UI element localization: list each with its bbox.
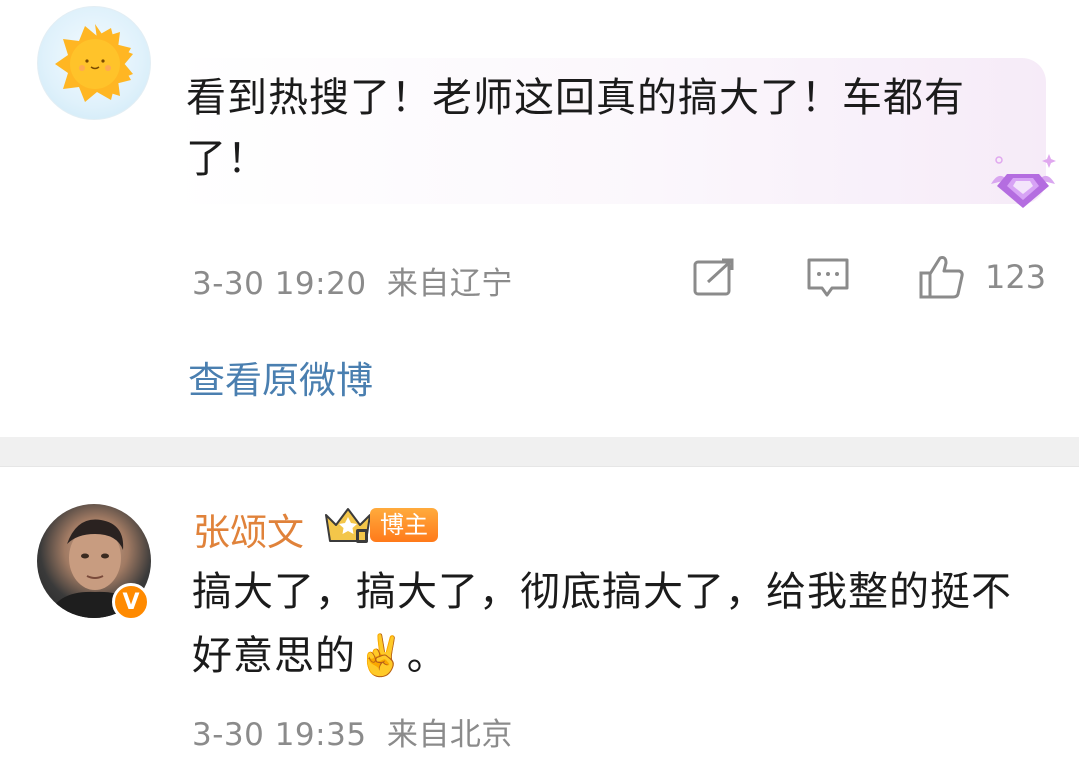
reply-time: 3-30 19:35 <box>192 717 367 753</box>
host-badge: 博主 <box>370 508 438 542</box>
comment-card: 看到热搜了！老师这回真的搞大了！车都有了！ 3-30 19:20 来自辽宁 12… <box>0 0 1079 437</box>
reply-meta: 3-30 19:35 来自北京 <box>192 709 513 754</box>
comment-meta: 3-30 19:20 来自辽宁 <box>192 258 513 303</box>
avatar[interactable] <box>37 6 151 120</box>
gem-badge-icon <box>991 154 1056 208</box>
comment-time: 3-30 19:20 <box>192 266 367 302</box>
like-count: 123 <box>985 258 1047 296</box>
reply-text: 搞大了，搞大了，彻底搞大了，给我整的挺不好意思的✌️。 <box>192 569 1012 679</box>
comment-location: 来自辽宁 <box>386 266 513 302</box>
reply-username[interactable]: 张颂文 <box>193 502 304 556</box>
comment-text: 看到热搜了！老师这回真的搞大了！车都有了！ <box>186 75 965 182</box>
sun-icon <box>55 24 133 102</box>
view-original-link[interactable]: 查看原微博 <box>188 350 373 404</box>
crown-icon <box>325 508 371 543</box>
verified-badge: V <box>112 583 150 621</box>
section-divider <box>0 437 1079 467</box>
like-icon[interactable] <box>918 254 966 300</box>
share-icon[interactable] <box>692 258 736 298</box>
comment-icon[interactable] <box>806 257 850 299</box>
reply-location: 来自北京 <box>386 717 513 753</box>
